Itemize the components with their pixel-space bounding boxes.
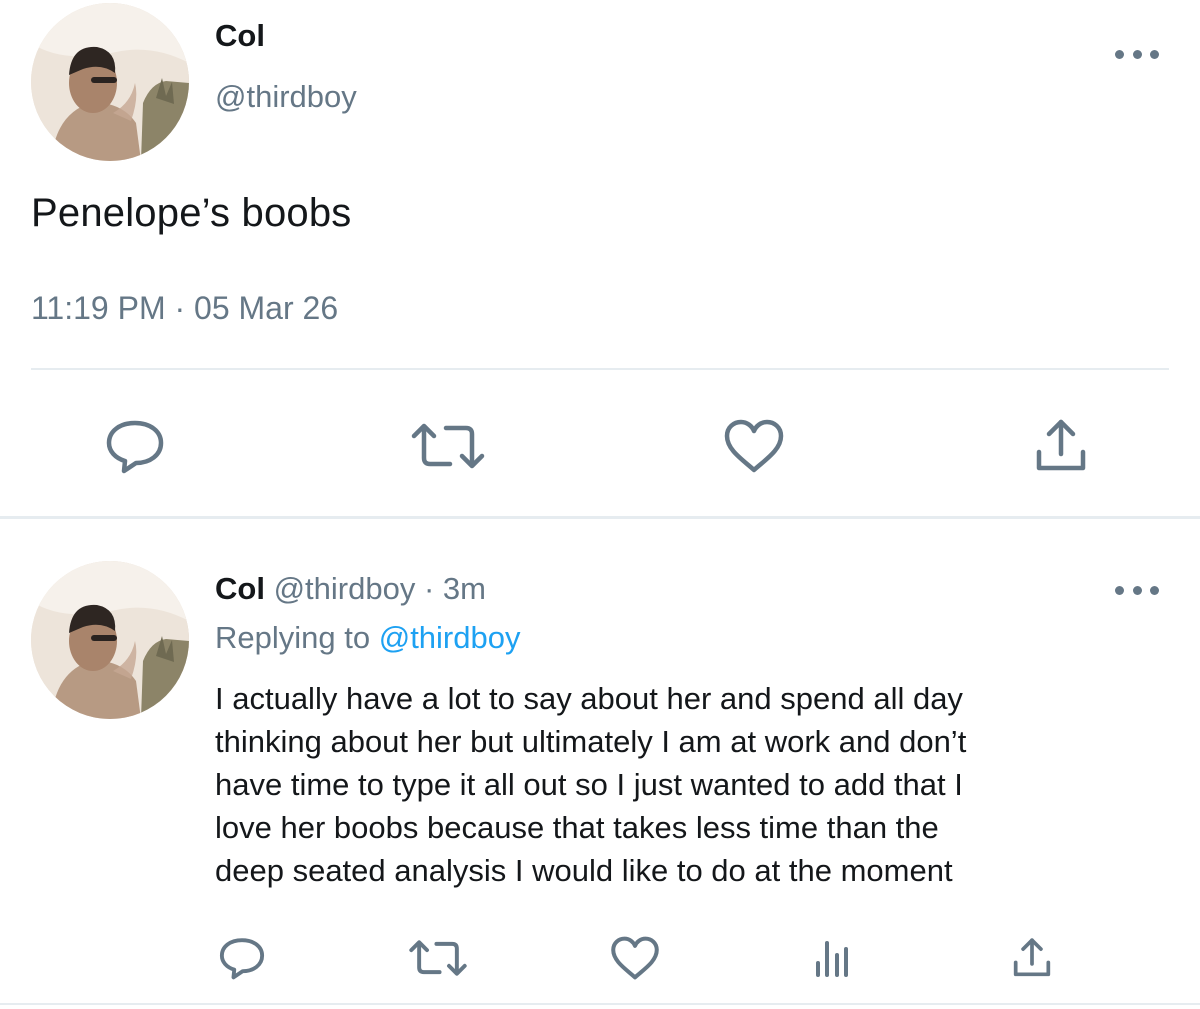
reply-button[interactable] (100, 413, 170, 479)
reply-author-handle[interactable]: @thirdboy (274, 571, 416, 606)
retweet-button[interactable] (408, 413, 488, 479)
author-display-name[interactable]: Col (215, 18, 265, 54)
reply-header: Col @thirdboy · 3m (215, 571, 486, 607)
reply-retweet-button[interactable] (406, 932, 470, 984)
reply-reply-button[interactable] (214, 932, 270, 984)
reply-icon (106, 420, 164, 474)
reply-share-button[interactable] (1004, 932, 1060, 984)
reply-text-line: have time to type it all out so I just w… (215, 767, 963, 802)
tweet-timestamp[interactable]: 11:19 PM · 05 Mar 26 (31, 290, 338, 327)
share-icon (1036, 419, 1086, 471)
profile-photo-icon (31, 3, 189, 161)
reply-more-options-icon[interactable] (1115, 582, 1159, 598)
reply-analytics-button[interactable] (804, 932, 860, 984)
section-separator (0, 516, 1200, 519)
dot (1132, 49, 1142, 59)
reply-text: I actually have a lot to say about her a… (215, 677, 966, 892)
dot (1132, 585, 1142, 595)
like-button[interactable] (719, 413, 789, 479)
reply-author-display-name[interactable]: Col (215, 571, 265, 606)
dot (1115, 585, 1124, 595)
like-icon (611, 936, 659, 980)
reply-text-line: I actually have a lot to say about her a… (215, 681, 963, 716)
replying-to: Replying to @thirdboy (215, 620, 520, 656)
reply-time-ago: · 3m (423, 571, 486, 606)
reply-text-line: love her boobs because that takes less t… (215, 810, 939, 845)
reply-text-line: thinking about her but ultimately I am a… (215, 724, 967, 759)
dot (1150, 49, 1159, 59)
reply-icon (219, 938, 265, 980)
author-handle[interactable]: @thirdboy (215, 79, 357, 115)
dot (1115, 49, 1124, 59)
more-options-icon[interactable] (1115, 46, 1159, 62)
bottom-divider (0, 1003, 1200, 1005)
retweet-icon (409, 940, 467, 976)
reply-avatar[interactable] (31, 561, 189, 719)
avatar[interactable] (31, 3, 189, 161)
reply-like-button[interactable] (607, 932, 663, 984)
tweet-text: Penelope’s boobs (31, 191, 352, 235)
analytics-icon (816, 941, 848, 977)
like-icon (724, 419, 784, 473)
reply-text-line: deep seated analysis I would like to do … (215, 853, 953, 888)
dot (1150, 585, 1159, 595)
retweet-icon (411, 423, 485, 469)
profile-photo-icon (31, 561, 189, 719)
replying-to-mention[interactable]: @thirdboy (379, 620, 521, 655)
share-button[interactable] (1026, 413, 1096, 479)
replying-to-prefix: Replying to (215, 620, 371, 655)
share-icon (1013, 938, 1051, 977)
divider (31, 368, 1169, 370)
